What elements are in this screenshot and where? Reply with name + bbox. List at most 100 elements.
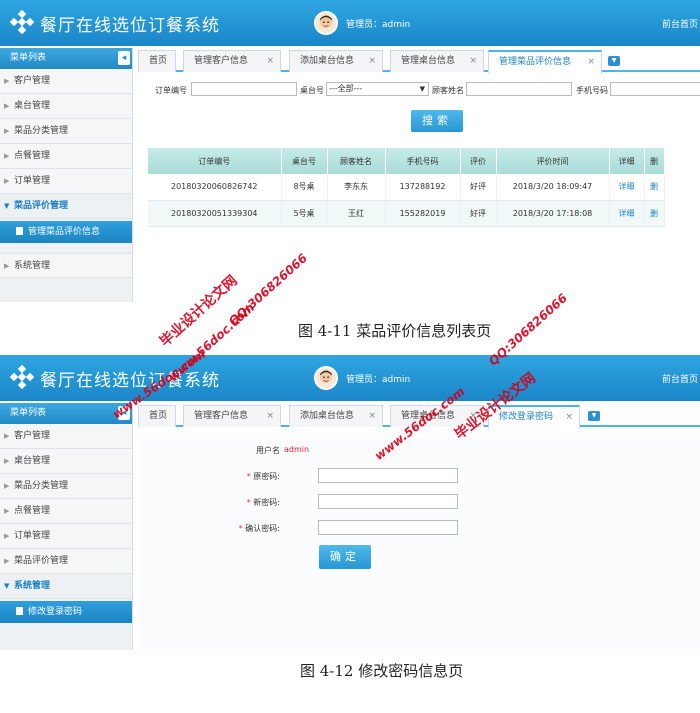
avatar-face-icon xyxy=(320,15,332,28)
tab-label: 管理桌台信息 xyxy=(401,56,456,66)
cell-table-no: 8号桌 xyxy=(281,174,328,201)
close-icon[interactable]: × xyxy=(368,406,376,427)
avatar[interactable] xyxy=(314,366,338,390)
table-no-select[interactable]: ---全部--- ▼ xyxy=(326,82,429,96)
sidebar-item-system[interactable]: ▶ 系统管理 xyxy=(0,253,132,278)
cell-table-no: 5号桌 xyxy=(281,200,328,227)
sidebar-item-ordering[interactable]: ▶ 点餐管理 xyxy=(0,144,132,169)
cell-order-no: 20180320051339304 xyxy=(148,200,282,227)
sidebar-item-system[interactable]: ▼ 系统管理 xyxy=(0,574,132,599)
close-icon[interactable]: × xyxy=(565,407,573,428)
old-password-input[interactable] xyxy=(318,468,458,483)
tab-menu-dropdown-icon[interactable]: ▼ xyxy=(588,411,600,421)
column-header[interactable]: 评价 xyxy=(460,148,497,174)
tab-bar: 首页 管理客户信息 × 添加桌台信息 × 管理桌台信息 × 管理菜品评价信息 × ▼ xyxy=(138,50,700,74)
tab-label: 首页 xyxy=(149,411,168,421)
screenshot-evaluation-list: 餐厅在线选位订餐系统 管理员：admin 前台首页 菜单列表 ◂ ▶ 客户管理 ▶… xyxy=(0,0,700,302)
sidebar-item-label: 菜品评价管理 xyxy=(14,201,69,211)
avatar[interactable] xyxy=(314,11,338,35)
old-password-label: * 原密码: xyxy=(200,471,280,482)
sidebar-subitem-change-password[interactable]: 修改登录密码 xyxy=(0,601,132,623)
sidebar-item-label: 点餐管理 xyxy=(14,506,51,516)
close-icon[interactable]: × xyxy=(368,51,376,72)
sidebar-item-tables[interactable]: ▶ 桌台管理 xyxy=(0,449,132,474)
app-title: 餐厅在线选位订餐系统 xyxy=(40,371,220,391)
figure-caption-4-11: 图 4-11 菜品评价信息列表页 xyxy=(298,322,492,340)
detail-link[interactable]: 详细 xyxy=(609,174,645,201)
sidebar-item-dish-categories[interactable]: ▶ 菜品分类管理 xyxy=(0,119,132,144)
sidebar-subitem-manage-reviews[interactable]: 管理菜品评价信息 xyxy=(0,221,132,243)
tab-manage-customers[interactable]: 管理客户信息 × xyxy=(183,50,281,72)
delete-link[interactable]: 删 xyxy=(644,200,665,227)
customer-name-input[interactable] xyxy=(466,82,572,96)
sidebar-item-orders[interactable]: ▶ 订单管理 xyxy=(0,524,132,549)
cell-phone: 137288192 xyxy=(385,174,461,201)
column-header[interactable]: 评价时间 xyxy=(496,148,610,174)
front-home-link[interactable]: 前台首页 xyxy=(662,17,698,30)
username-value: admin xyxy=(284,445,310,454)
front-home-link[interactable]: 前台首页 xyxy=(662,372,698,385)
phone-label: 手机号码 xyxy=(576,86,608,95)
search-button[interactable]: 搜索 xyxy=(411,110,463,132)
close-icon[interactable]: × xyxy=(469,51,477,72)
change-password-panel: 用户名 admin * 原密码: * 新密码: * 确认密码: 确定 xyxy=(140,439,700,650)
sidebar: 菜单列表 ◂ ▶ 客户管理 ▶ 桌台管理 ▶ 菜品分类管理 ▶ 点餐管理 ▶ 订单管理 ▼… xyxy=(0,48,133,302)
cell-rating: 好评 xyxy=(460,200,497,227)
chevron-right-icon: ▶ xyxy=(4,432,10,440)
screenshot-change-password: 餐厅在线选位订餐系统 管理员：admin 前台首页 菜单列表 ◂ ▶ 客户管理 ▶… xyxy=(0,355,700,650)
tab-home[interactable]: 首页 xyxy=(138,50,176,72)
sidebar-heading: 菜单列表 ◂ xyxy=(0,48,132,69)
tab-menu-dropdown-icon[interactable]: ▼ xyxy=(608,56,620,66)
column-header[interactable]: 顾客姓名 xyxy=(327,148,386,174)
sidebar-item-dish-categories[interactable]: ▶ 菜品分类管理 xyxy=(0,474,132,499)
sidebar-item-label: 点餐管理 xyxy=(14,151,51,161)
table-row: 20180320060826742 8号桌 李东东 137288192 好评 2… xyxy=(148,174,665,201)
sidebar: 菜单列表 ◂ ▶ 客户管理 ▶ 桌台管理 ▶ 菜品分类管理 ▶ 点餐管理 ▶ 订单管理 ▶… xyxy=(0,403,133,650)
cell-review-time: 2018/3/20 18:09:47 xyxy=(496,174,610,201)
sidebar-item-orders[interactable]: ▶ 订单管理 xyxy=(0,169,132,194)
review-list-panel: 订单编号 桌台号 ---全部--- ▼ 顾客姓名 手机号码 搜索 订单编号 桌台号… xyxy=(143,80,700,302)
tab-add-table[interactable]: 添加桌台信息 × xyxy=(289,50,383,72)
column-header[interactable]: 删 xyxy=(644,148,665,174)
chevron-down-icon: ▼ xyxy=(4,202,10,210)
sidebar-item-ordering[interactable]: ▶ 点餐管理 xyxy=(0,499,132,524)
sidebar-item-customers[interactable]: ▶ 客户管理 xyxy=(0,69,132,94)
cell-customer: 李东东 xyxy=(327,174,386,201)
required-mark: * xyxy=(246,498,251,507)
new-password-input[interactable] xyxy=(318,494,458,509)
column-header[interactable]: 桌台号 xyxy=(281,148,328,174)
detail-link[interactable]: 详细 xyxy=(609,200,645,227)
tab-label: 管理客户信息 xyxy=(194,56,249,66)
close-icon[interactable]: × xyxy=(587,52,595,73)
tab-home[interactable]: 首页 xyxy=(138,405,176,427)
cell-review-time: 2018/3/20 17:18:08 xyxy=(496,200,610,227)
phone-input[interactable] xyxy=(610,82,700,96)
chevron-right-icon: ▶ xyxy=(4,177,10,185)
close-icon[interactable]: × xyxy=(266,406,274,427)
sidebar-collapse-button[interactable]: ◂ xyxy=(118,51,130,65)
chevron-right-icon: ▶ xyxy=(4,127,10,135)
customer-name-label: 顾客姓名 xyxy=(432,86,464,95)
sidebar-item-dish-reviews[interactable]: ▶ 菜品评价管理 xyxy=(0,549,132,574)
column-header[interactable]: 手机号码 xyxy=(385,148,461,174)
tab-label: 修改登录密码 xyxy=(499,412,554,422)
tab-manage-customers[interactable]: 管理客户信息 × xyxy=(183,405,281,427)
sidebar-subitem-label: 管理菜品评价信息 xyxy=(28,227,101,237)
sidebar-item-tables[interactable]: ▶ 桌台管理 xyxy=(0,94,132,119)
tab-add-table[interactable]: 添加桌台信息 × xyxy=(289,405,383,427)
sidebar-subitem-label: 修改登录密码 xyxy=(28,607,83,617)
chevron-right-icon: ▶ xyxy=(4,482,10,490)
sidebar-item-dish-reviews[interactable]: ▼ 菜品评价管理 xyxy=(0,194,132,219)
close-icon[interactable]: × xyxy=(266,51,274,72)
tab-manage-reviews[interactable]: 管理菜品评价信息 × xyxy=(488,50,602,74)
tab-label: 首页 xyxy=(149,56,168,66)
confirm-password-input[interactable] xyxy=(318,520,458,535)
column-header[interactable]: 订单编号 xyxy=(148,148,282,174)
column-header[interactable]: 详细 xyxy=(609,148,645,174)
sidebar-item-customers[interactable]: ▶ 客户管理 xyxy=(0,424,132,449)
order-no-input[interactable] xyxy=(191,82,297,96)
confirm-button[interactable]: 确定 xyxy=(319,545,371,569)
delete-link[interactable]: 删 xyxy=(644,174,665,201)
figure-caption-4-12: 图 4-12 修改密码信息页 xyxy=(300,662,464,680)
tab-manage-tables[interactable]: 管理桌台信息 × xyxy=(390,50,484,72)
